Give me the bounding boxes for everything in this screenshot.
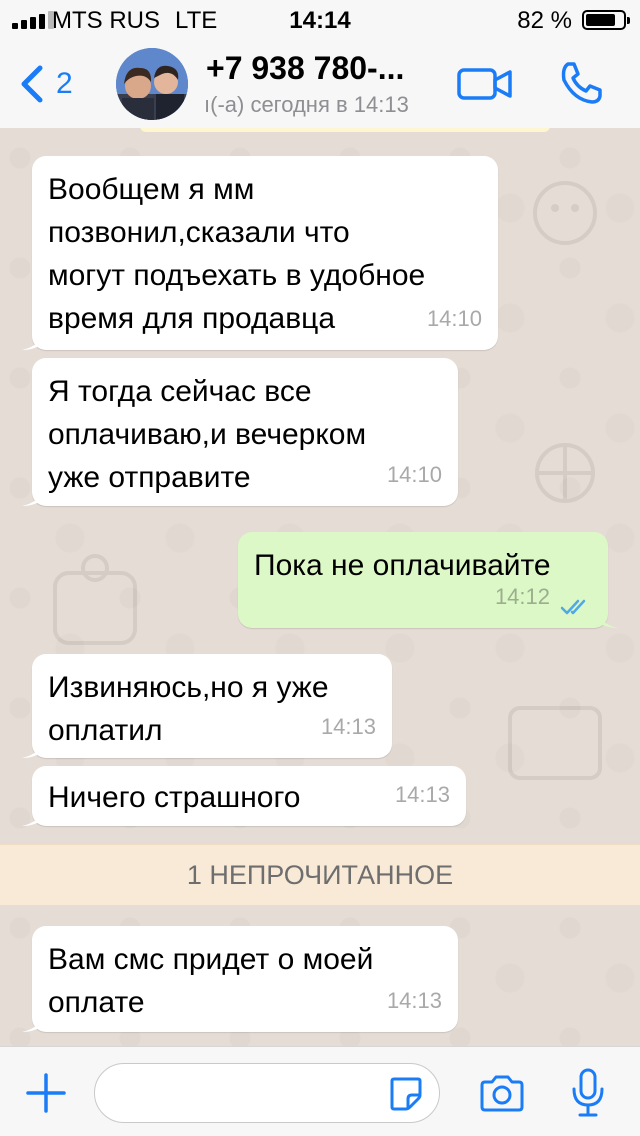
avatar[interactable]	[116, 48, 188, 120]
message-time: 14:12	[494, 584, 550, 609]
wallpaper-doodle	[533, 181, 597, 245]
compose-bar	[0, 1046, 640, 1136]
wallpaper-doodle	[535, 443, 595, 503]
message-text: Ничего страшного	[48, 781, 301, 814]
contact-name[interactable]: +7 938 780-...	[206, 50, 404, 87]
plus-icon	[26, 1073, 66, 1113]
message-bubble-incoming[interactable]: Я тогда сейчас все оплачиваю,и вечерком …	[22, 358, 458, 506]
contact-last-seen: ı(-а) сегодня в 14:13	[204, 92, 409, 117]
bubble-tail	[22, 740, 44, 758]
camera-icon	[480, 1075, 524, 1112]
sticker-icon	[390, 1077, 422, 1111]
microphone-icon	[572, 1068, 604, 1117]
voice-call-button[interactable]	[556, 58, 606, 108]
message-bubble-incoming[interactable]: Вам смс придет о моей оплате 14:13	[22, 926, 458, 1032]
battery-percent: 82 %	[517, 7, 572, 34]
message-list[interactable]: Вообщем я мм позвонил,сказали что могут …	[0, 128, 640, 1046]
unread-messages-banner: 1 НЕПРОЧИТАННОЕ	[0, 844, 640, 906]
avatar-photo	[116, 48, 188, 120]
camera-button[interactable]	[478, 1073, 526, 1113]
bubble-tail	[22, 1014, 44, 1032]
wallpaper-doodle	[53, 554, 137, 645]
message-time: 14:13	[386, 988, 442, 1013]
attach-button[interactable]	[24, 1071, 68, 1115]
status-bar: MTS RUS LTE 14:14 82 %	[0, 0, 640, 40]
sticker-button[interactable]	[388, 1075, 424, 1111]
double-check-icon	[560, 599, 586, 615]
video-call-button[interactable]	[456, 62, 514, 106]
back-button[interactable]: 2	[14, 54, 73, 114]
message-time: 14:10	[386, 462, 442, 487]
chat-header: 2 +7 938 780-... ı(-а) сегодня в 14:13	[0, 40, 640, 129]
message-bubble-incoming[interactable]: Ничего страшного 14:13	[22, 766, 466, 826]
bubble-tail	[22, 332, 44, 350]
message-bubble-outgoing[interactable]: Пока не оплачивайте 14:12	[238, 532, 618, 628]
bubble-tail	[22, 488, 44, 506]
message-bubble-incoming[interactable]: Извиняюсь,но я уже оплатил 14:13	[22, 654, 392, 758]
video-camera-icon	[457, 68, 512, 100]
bubble-tail	[22, 808, 44, 826]
message-text: Вам смс придет о моей оплате	[48, 943, 374, 1019]
wallpaper-doodle	[508, 706, 602, 780]
whatsapp-chat-screen: MTS RUS LTE 14:14 82 % 2 +7 938 780-... …	[0, 0, 640, 1136]
battery-icon	[582, 10, 630, 30]
message-time: 14:13	[394, 782, 450, 807]
phone-icon	[561, 62, 602, 104]
message-time: 14:13	[320, 714, 376, 739]
message-time: 14:10	[426, 306, 482, 331]
previous-message-edge	[140, 128, 550, 132]
message-text: Вообщем я мм позвонил,сказали что могут …	[48, 173, 426, 335]
bubble-tail	[596, 610, 618, 628]
message-text: Я тогда сейчас все оплачиваю,и вечерком …	[48, 375, 367, 494]
voice-message-button[interactable]	[570, 1067, 606, 1119]
unread-chats-count: 2	[56, 67, 73, 100]
message-bubble-incoming[interactable]: Вообщем я мм позвонил,сказали что могут …	[22, 156, 498, 350]
back-chevron-icon	[21, 65, 43, 103]
